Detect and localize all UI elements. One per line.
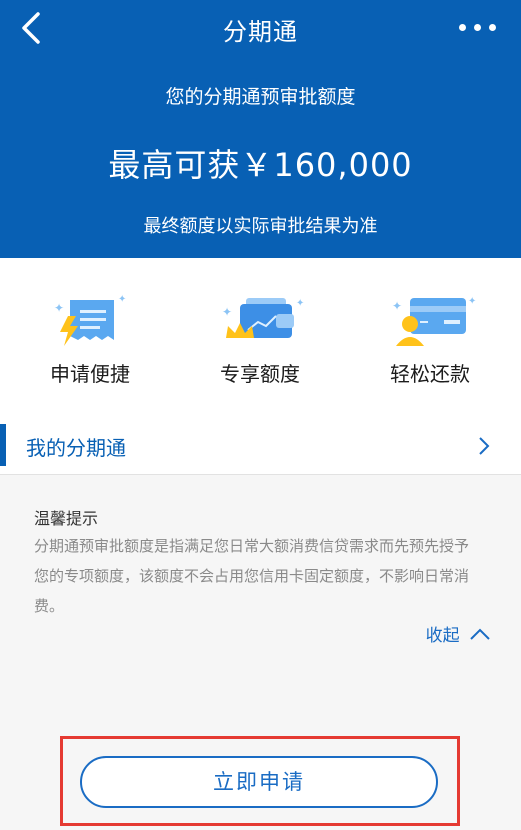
collapse-label: 收起 [425,626,460,646]
feature-label: 申请便捷 [50,362,130,386]
chevron-up-icon [470,628,490,640]
page-title: 分期通 [223,18,298,46]
nav-bar: 分期通 [0,0,521,60]
svg-text:✦: ✦ [468,296,476,307]
chevron-right-icon [479,437,490,455]
header: 分期通 您的分期通预审批额度 最高可获￥160,000 最终额度以实际审批结果为… [0,0,521,258]
tips-title: 温馨提示 [34,509,99,528]
feature-label: 轻松还款 [390,362,470,386]
svg-text:✦: ✦ [118,294,126,305]
svg-text:✦: ✦ [54,301,64,315]
my-installment-label: 我的分期通 [26,436,126,460]
tips-body: 分期通预审批额度是指满足您日常大额消费信贷需求而先预先授予您的专项额度，该额度不… [34,537,470,615]
receipt-lightning-icon: ✦ ✦ [54,294,126,346]
card-user-icon: ✦ ✦ [392,296,476,346]
credit-note: 最终额度以实际审批结果为准 [143,216,378,237]
wallet-crown-icon: ✦ ✦ [222,298,304,338]
divider [0,406,521,416]
credit-amount: 最高可获￥160,000 [108,146,413,184]
tips-panel: 温馨提示 分期通预审批额度是指满足您日常大额消费信贷需求而先预先授予您的专项额度… [0,475,521,730]
feature-easy-repay: ✦ ✦ 轻松还款 [350,292,510,402]
credit-subtitle: 您的分期通预审批额度 [165,86,356,108]
collapse-button[interactable]: 收起 [426,621,491,646]
feature-label: 专享额度 [220,362,300,386]
feature-exclusive-limit: ✦ ✦ 专享额度 [180,292,340,402]
svg-text:✦: ✦ [392,299,402,313]
apply-now-button[interactable]: 立即申请 [80,756,438,808]
feature-list: ✦ ✦ 申请便捷 ✦ ✦ 专享额度 ✦ ✦ 轻松还款 [0,258,521,406]
svg-text:✦: ✦ [222,305,232,319]
svg-text:✦: ✦ [296,298,304,309]
feature-easy-apply: ✦ ✦ 申请便捷 [10,292,170,402]
bottom-bar: 立即申请 [0,730,521,830]
more-icon[interactable] [457,16,499,40]
row-accent-bar [0,424,6,466]
my-installment-row[interactable]: 我的分期通 [0,420,521,474]
